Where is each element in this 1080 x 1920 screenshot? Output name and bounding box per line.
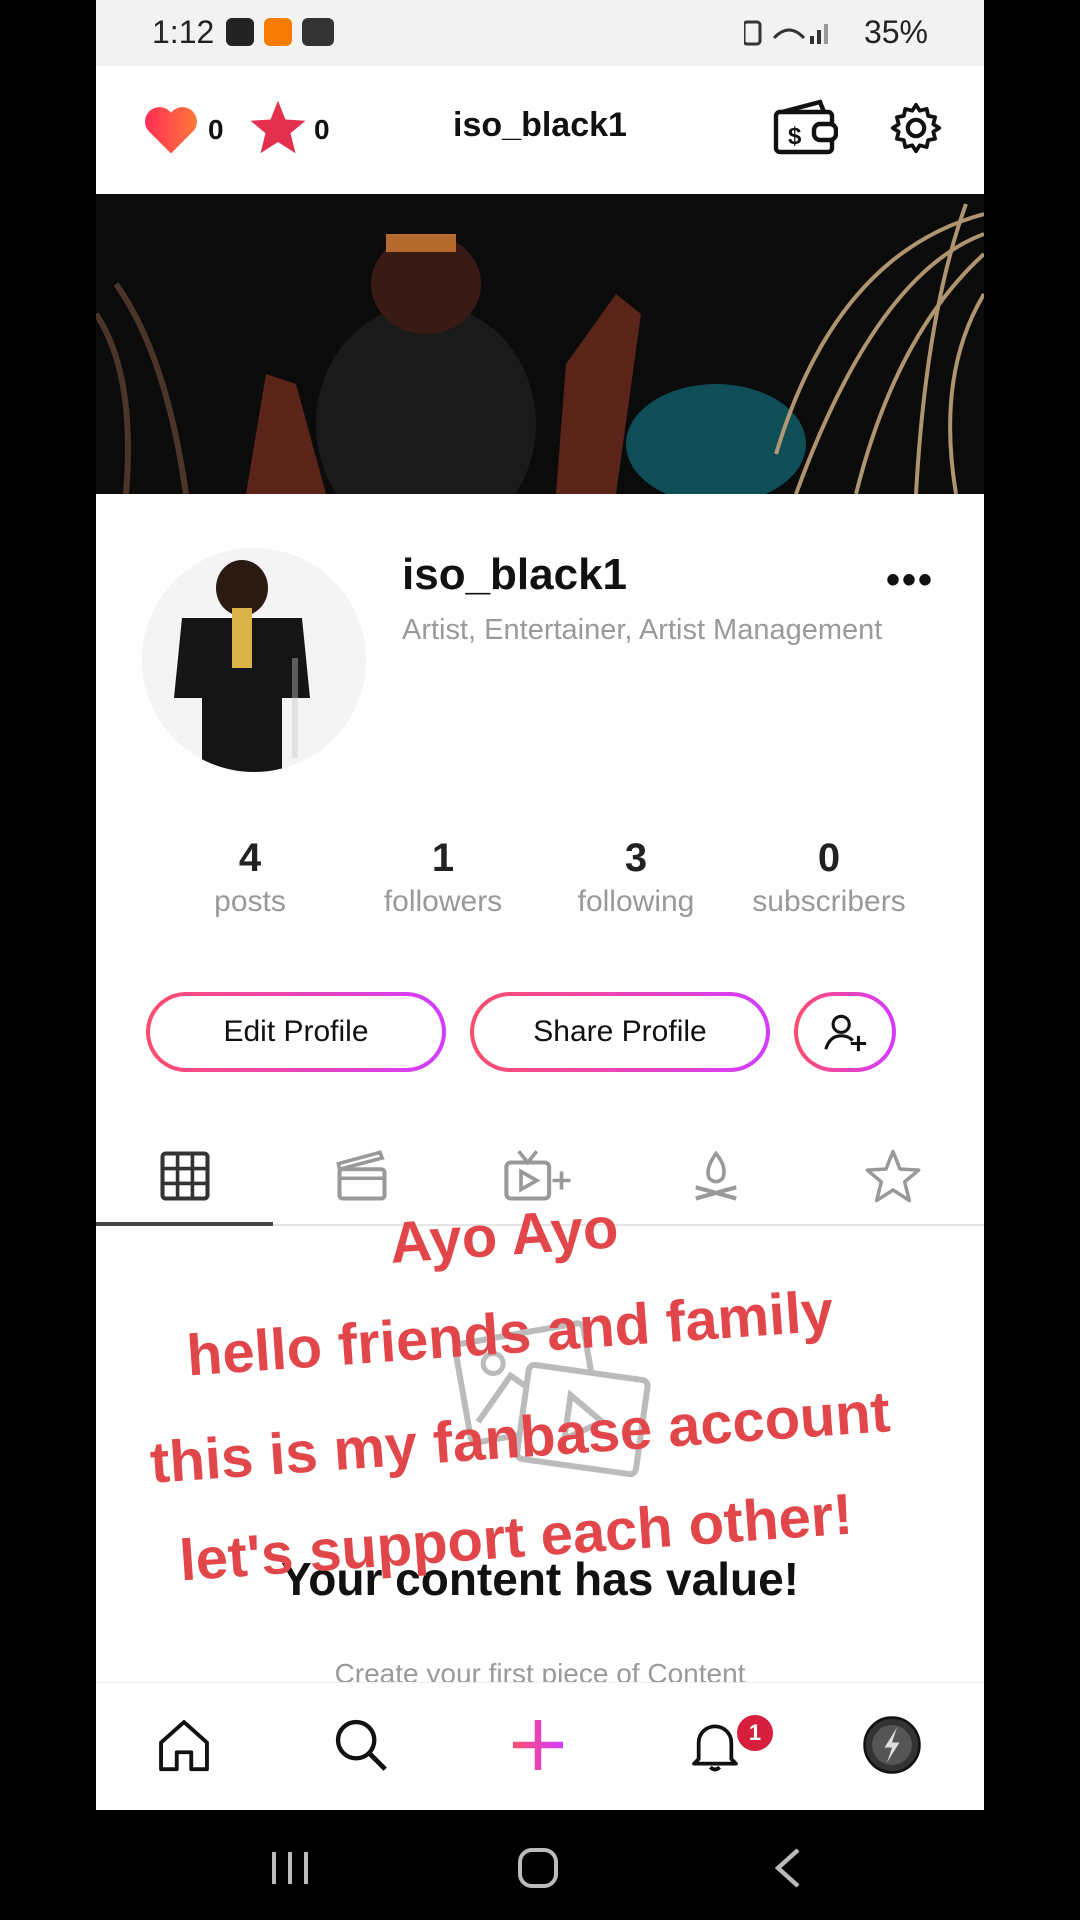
nav-home[interactable] xyxy=(96,1683,272,1810)
stat-subscribers[interactable]: 0 subscribers xyxy=(739,836,919,919)
avatar[interactable] xyxy=(142,548,366,772)
home-icon xyxy=(155,1716,213,1779)
clapperboard-icon xyxy=(335,1149,389,1208)
stat-label: posts xyxy=(214,885,286,918)
stat-value: 1 xyxy=(431,836,455,880)
stat-value: 4 xyxy=(238,836,262,880)
settings-gear-icon[interactable] xyxy=(888,100,944,161)
tab-grid[interactable] xyxy=(96,1132,273,1226)
bottom-navigation: 1 xyxy=(96,1682,984,1810)
profile-avatar-icon xyxy=(862,1715,922,1780)
grid-icon xyxy=(158,1149,212,1208)
edit-profile-label: Edit Profile xyxy=(150,996,442,1068)
back-icon[interactable] xyxy=(770,1846,806,1895)
recent-apps-icon[interactable] xyxy=(268,1848,312,1893)
status-time: 1:12 xyxy=(152,14,215,50)
notification-badge: 1 xyxy=(735,1713,775,1753)
share-profile-label: Share Profile xyxy=(474,996,766,1068)
stat-label: followers xyxy=(383,885,503,918)
top-bar: 0 0 iso_black1 $ xyxy=(96,66,984,194)
more-options-button[interactable]: ••• xyxy=(886,558,934,603)
profile-screen: 0 0 iso_black1 $ iso_black1 Artist, Ente… xyxy=(96,66,984,1810)
stat-followers[interactable]: 1 followers xyxy=(353,836,533,919)
nav-search[interactable] xyxy=(273,1683,449,1810)
plus-icon xyxy=(508,1715,568,1780)
share-profile-button[interactable]: Share Profile xyxy=(470,992,770,1072)
stat-following[interactable]: 3 following xyxy=(546,836,726,919)
status-bar: 1:12 35% xyxy=(96,0,984,66)
tiktok-icon xyxy=(226,18,254,46)
youtube-icon xyxy=(302,18,334,46)
add-friend-button[interactable] xyxy=(794,992,896,1072)
system-navigation-bar xyxy=(0,1810,1080,1920)
stat-value: 0 xyxy=(817,836,841,880)
temu-icon xyxy=(264,18,292,46)
status-notification-icons xyxy=(226,18,334,46)
profile-name: iso_black1 xyxy=(402,550,628,599)
add-user-icon xyxy=(798,996,892,1068)
nav-notifications[interactable]: 1 xyxy=(627,1683,803,1810)
nav-create[interactable] xyxy=(450,1683,626,1810)
nav-profile[interactable] xyxy=(804,1683,980,1810)
search-icon xyxy=(332,1716,390,1779)
home-button-icon[interactable] xyxy=(516,1846,560,1895)
stat-posts[interactable]: 4 posts xyxy=(160,836,340,919)
edit-profile-button[interactable]: Edit Profile xyxy=(146,992,446,1072)
wallet-icon[interactable]: $ xyxy=(772,98,839,161)
bell-icon xyxy=(687,1716,743,1779)
svg-text:$: $ xyxy=(788,123,802,150)
cover-photo[interactable] xyxy=(96,194,984,494)
header-username: iso_black1 xyxy=(453,106,627,144)
signal-icons xyxy=(742,18,834,46)
battery-level: 35% xyxy=(863,14,928,50)
profile-bio: Artist, Entertainer, Artist Management xyxy=(402,614,883,646)
stat-value: 3 xyxy=(624,836,648,880)
stat-label: subscribers xyxy=(752,885,906,918)
stat-label: following xyxy=(577,885,695,918)
